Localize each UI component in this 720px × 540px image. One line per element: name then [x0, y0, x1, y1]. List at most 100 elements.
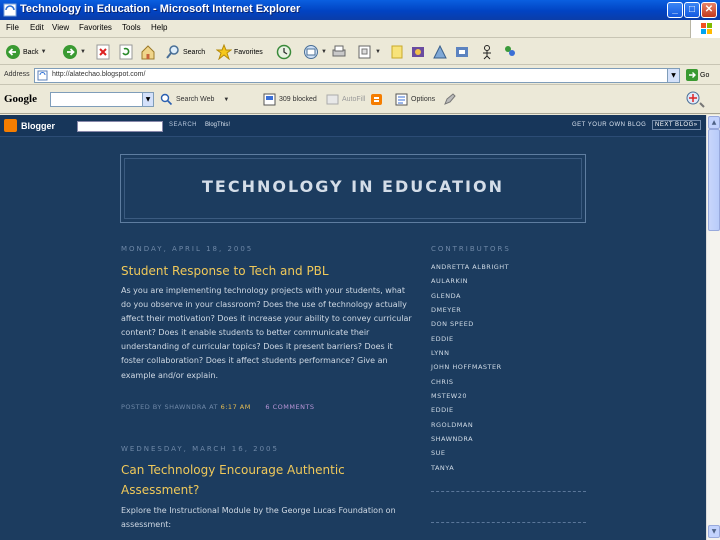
edit-button[interactable]: ▼ — [357, 43, 381, 61]
minimize-button[interactable]: _ — [667, 2, 683, 18]
vertical-scrollbar[interactable]: ▲ ▼ — [706, 115, 720, 540]
refresh-button[interactable] — [118, 43, 134, 61]
home-button[interactable] — [140, 43, 156, 61]
search-web-button[interactable]: Search Web ▼ — [160, 93, 229, 106]
menu-edit[interactable]: Edit — [30, 23, 44, 32]
maximize-button[interactable]: □ — [684, 2, 700, 18]
print-button[interactable] — [331, 43, 347, 61]
contributor-link[interactable]: DMEYER — [431, 306, 461, 314]
address-bar: Address http://alatechao.blogspot.com/ ▼… — [0, 66, 720, 85]
discuss-button[interactable] — [454, 43, 470, 61]
forward-button[interactable]: ▼ — [62, 43, 86, 61]
go-label: Go — [700, 71, 710, 79]
contributor-link[interactable]: EDDIE — [431, 406, 454, 414]
scroll-up-icon[interactable]: ▲ — [708, 116, 720, 129]
contributor-link[interactable]: GLENDA — [431, 292, 461, 300]
mail-button[interactable]: ▼ — [303, 43, 327, 61]
highlighter-button[interactable] — [443, 93, 456, 106]
next-blog-button[interactable]: NEXT BLOG» — [652, 120, 701, 130]
sidebar-divider — [431, 522, 586, 523]
google-logo[interactable]: Google — [4, 93, 37, 105]
history-button[interactable] — [276, 43, 292, 61]
search-label: Search — [183, 48, 206, 56]
post-title[interactable]: Can Technology Encourage Authentic Asses… — [121, 460, 421, 500]
menu-view[interactable]: View — [52, 23, 69, 32]
contributor-link[interactable]: TANYA — [431, 464, 454, 472]
edit-dropdown-icon[interactable]: ▼ — [375, 49, 381, 55]
window-title: Technology in Education - Microsoft Inte… — [20, 3, 301, 15]
search-button[interactable]: Search — [165, 43, 205, 61]
scrollbar-thumb[interactable] — [708, 129, 720, 231]
contributor-link[interactable]: EDDIE — [431, 335, 454, 343]
menu-help[interactable]: Help — [151, 23, 167, 32]
msn-button[interactable] — [502, 43, 518, 61]
popup-blocker-icon — [263, 93, 276, 106]
blogger-logo-icon — [4, 119, 17, 132]
back-button[interactable]: Back ▼ — [5, 43, 47, 61]
standard-toolbar: Back ▼ ▼ Search Favorites ▼ ▼ — [0, 39, 720, 65]
notes-button[interactable] — [389, 43, 405, 61]
contributor-link[interactable]: RGOLDMAN — [431, 421, 473, 429]
messenger-button[interactable] — [410, 43, 426, 61]
go-arrow-icon — [686, 69, 698, 81]
contributor-link[interactable]: DON SPEED — [431, 320, 474, 328]
post-body: Explore the Instructional Module by the … — [121, 506, 396, 530]
popup-blocker-button[interactable]: 309 blocked — [263, 93, 317, 106]
google-search-input[interactable]: ▼ — [50, 92, 154, 107]
google-search-dropdown-icon[interactable]: ▼ — [142, 93, 153, 106]
mail-dropdown-icon[interactable]: ▼ — [321, 49, 327, 55]
research-button[interactable] — [432, 43, 448, 61]
notes-icon — [391, 45, 403, 59]
post-date: MONDAY, APRIL 18, 2005 — [121, 245, 254, 253]
blogger-logo[interactable]: Blogger — [4, 119, 55, 132]
post-time-link[interactable]: 6:17 AM — [221, 403, 251, 411]
blog-search-input[interactable] — [77, 121, 163, 132]
google-search-icon — [160, 93, 173, 106]
contributor-link[interactable]: JOHN HOFFMASTER — [431, 363, 502, 371]
get-your-own-blog-link[interactable]: GET YOUR OWN BLOG — [572, 122, 646, 128]
contributor-link[interactable]: LYNN — [431, 349, 449, 357]
address-dropdown-icon[interactable]: ▼ — [667, 69, 679, 82]
address-input[interactable]: http://alatechao.blogspot.com/ ▼ — [34, 68, 680, 83]
menu-favorites[interactable]: Favorites — [79, 23, 112, 32]
back-dropdown-icon[interactable]: ▼ — [41, 49, 47, 55]
contributor-link[interactable]: AULARKIN — [431, 277, 468, 285]
scroll-down-icon[interactable]: ▼ — [708, 525, 720, 538]
contributor-link[interactable]: SHAWNDRA — [431, 435, 473, 443]
blogthis-link[interactable]: BlogThis! — [205, 122, 230, 128]
research-icon — [433, 44, 447, 59]
user-button[interactable] — [479, 43, 495, 61]
back-label: Back — [23, 48, 39, 56]
menu-tools[interactable]: Tools — [122, 23, 141, 32]
menu-file[interactable]: File — [6, 23, 19, 32]
google-settings-icon[interactable] — [684, 89, 706, 111]
favorites-button[interactable]: Favorites — [216, 43, 263, 61]
post-comments-link[interactable]: 6 COMMENTS — [265, 403, 314, 411]
go-button[interactable]: Go — [686, 69, 709, 81]
contributor-link[interactable]: ANDRETTA ALBRIGHT — [431, 263, 509, 271]
search-web-label: Search Web — [176, 96, 215, 103]
blogger-navbar: Blogger SEARCH BlogThis! GET YOUR OWN BL… — [0, 115, 706, 137]
autofill-icon — [326, 94, 339, 105]
contributor-link[interactable]: CHRIS — [431, 378, 454, 386]
post-title[interactable]: Student Response to Tech and PBL — [121, 261, 421, 281]
blogger-logo-text: Blogger — [21, 120, 56, 131]
user-icon — [483, 45, 491, 60]
contributor-link[interactable]: MSTEW20 — [431, 392, 467, 400]
title-bar: Technology in Education - Microsoft Inte… — [0, 0, 720, 20]
history-icon — [276, 44, 292, 60]
msn-buddies-icon — [505, 46, 515, 56]
blog-search-button[interactable]: SEARCH — [169, 122, 197, 128]
ie-page-icon — [3, 3, 17, 17]
printer-icon — [332, 45, 346, 57]
options-button[interactable]: Options — [395, 93, 435, 106]
forward-dropdown-icon[interactable]: ▼ — [80, 49, 86, 55]
search-web-dropdown-icon[interactable]: ▼ — [223, 97, 229, 103]
blogger-button[interactable] — [370, 93, 383, 106]
sidebar-divider — [431, 491, 586, 492]
stop-button[interactable] — [95, 43, 111, 61]
blog-title[interactable]: TECHNOLOGY IN EDUCATION — [121, 177, 585, 196]
contributor-link[interactable]: SUE — [431, 449, 446, 457]
close-button[interactable]: ✕ — [701, 2, 717, 18]
posted-by: POSTED BY SHAWNDRA AT — [121, 403, 219, 411]
